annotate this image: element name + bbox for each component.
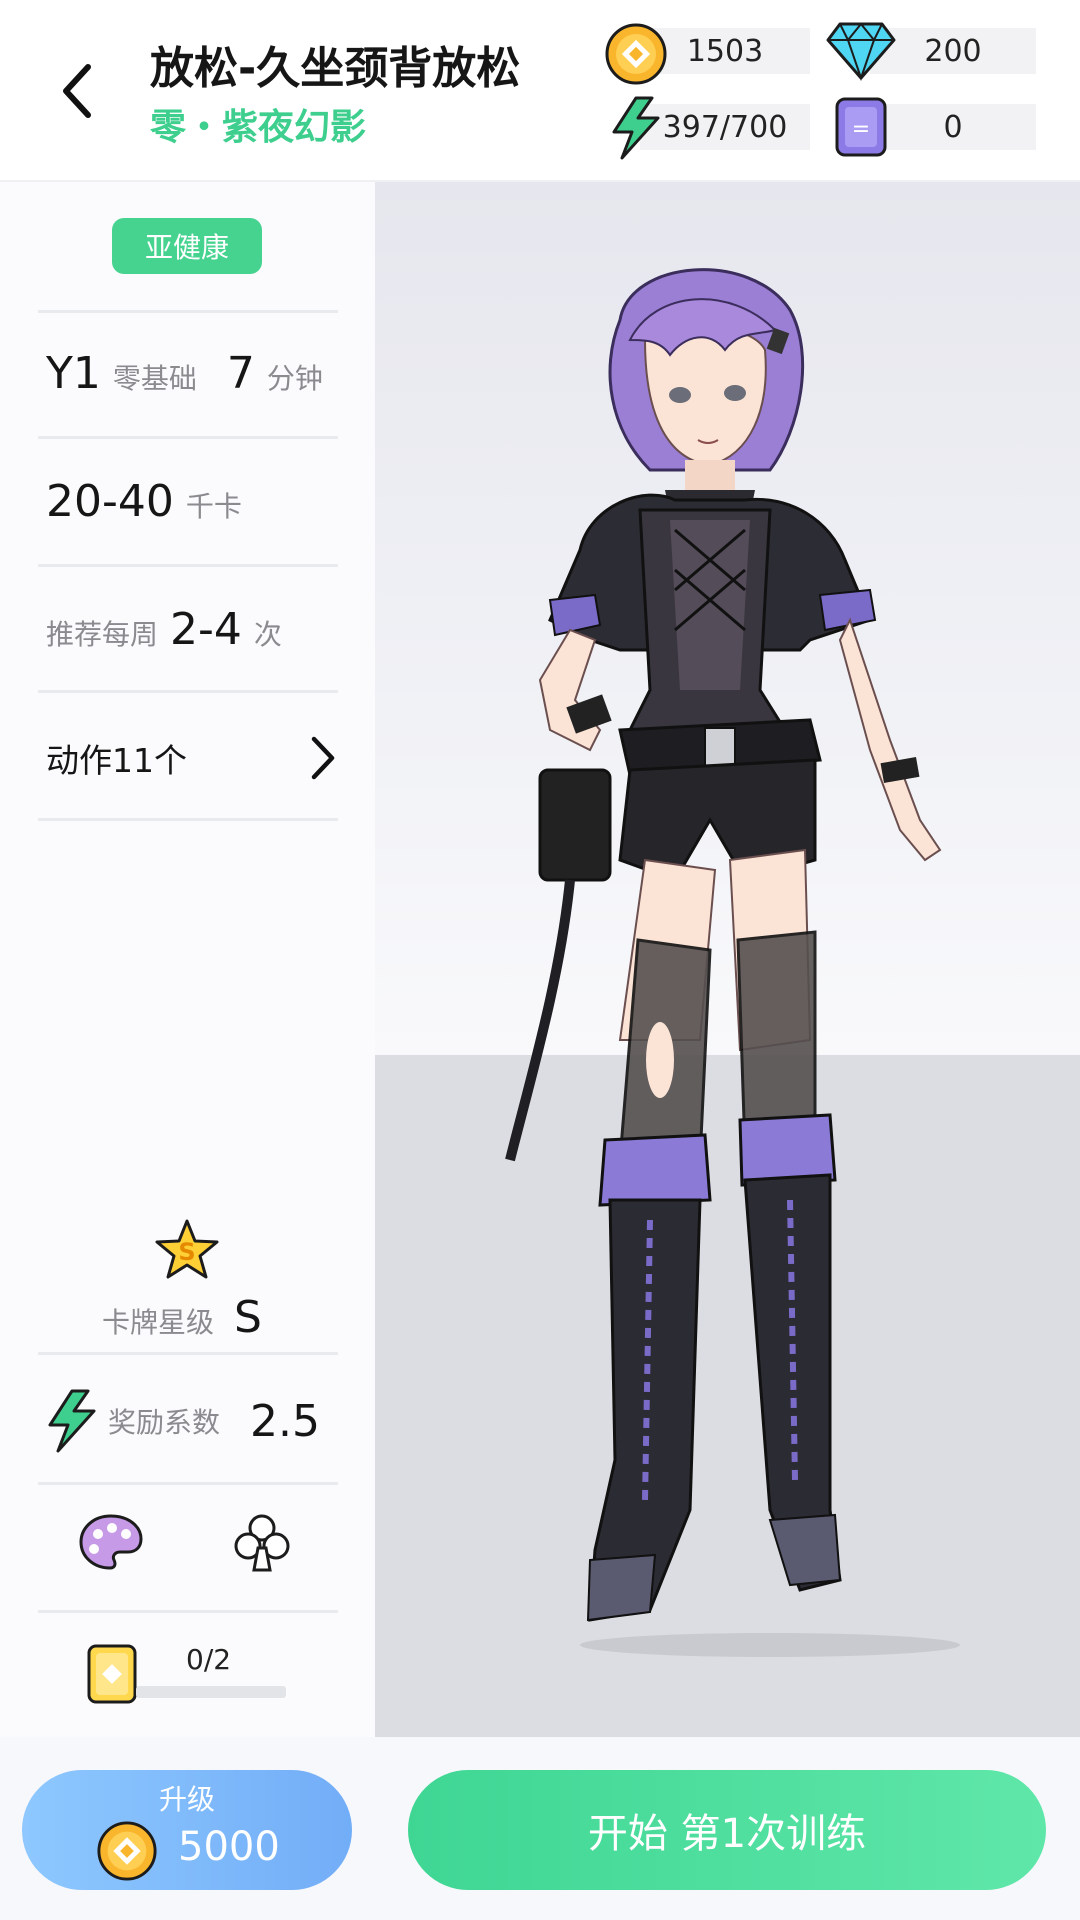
info-panel [0,182,375,1737]
calories-value: 20-40 [46,476,174,527]
reward-value: 2.5 [250,1395,320,1447]
coin-icon [97,1821,157,1881]
duration-value: 7 [226,348,255,399]
ticket-icon: = [835,97,887,157]
back-button[interactable] [48,56,108,126]
card-icon [87,1644,137,1704]
star-icon: S [155,1219,219,1279]
card-progress-bar [136,1686,286,1698]
reward-row: 奖励系数 2.5 [46,1386,336,1456]
actions-list-button[interactable]: 动作11个 [46,728,336,788]
level-name: 零基础 [112,362,197,395]
start-training-label: 开始 第1次训练 [587,1811,867,1857]
ticket-counter: 0 [870,104,1036,150]
upgrade-cost: 5000 [178,1824,280,1870]
club-icon[interactable] [232,1512,292,1574]
frequency-unit: 次 [253,618,282,651]
frequency-row: 推荐每周 2-4 次 [46,604,282,655]
palette-icon[interactable] [78,1512,144,1572]
divider [38,818,338,821]
level-row: Y1 零基础 7 分钟 [46,348,323,399]
top-bar: 放松-久坐颈背放松 零・紫夜幻影 1503 200 397/700 0 = [0,0,1080,180]
star-badge: S [178,1238,195,1266]
ticket-count: 0 [943,109,963,145]
divider [38,1610,338,1613]
duration-unit: 分钟 [266,362,323,395]
star-level-label: 卡牌星级 [102,1306,215,1339]
divider [38,1352,338,1355]
upgrade-label: 升级 [158,1783,215,1816]
status-badge: 亚健康 [112,218,262,274]
calories-row: 20-40 千卡 [46,476,242,527]
divider [38,564,338,567]
card-count: 0/2 [186,1643,232,1676]
character-illustration [505,268,960,1657]
star-level-row: 卡牌星级 S [102,1292,262,1343]
lightning-icon [48,1389,96,1453]
upgrade-button[interactable]: 升级 5000 [22,1770,352,1890]
tool-icons-row [38,1510,338,1580]
chevron-right-icon [311,736,335,780]
star-level-value: S [234,1292,262,1343]
divider [38,690,338,693]
page-title: 放松-久坐颈背放松 [150,43,521,94]
coin-count: 1503 [686,33,764,69]
frequency-prefix: 推荐每周 [46,618,159,651]
divider [38,436,338,439]
level-code: Y1 [46,348,101,399]
lightning-icon [612,96,660,160]
coin-icon [605,23,667,85]
diamond-icon [826,22,896,82]
start-training-button[interactable]: 开始 第1次训练 [408,1770,1046,1890]
actions-label: 动作11个 [46,741,187,780]
frequency-value: 2-4 [170,604,242,655]
divider [38,310,338,313]
divider [38,1482,338,1485]
energy-count: 397/700 [662,109,788,145]
diamond-count: 200 [924,33,982,69]
character-name: 零・紫夜幻影 [150,107,367,148]
svg-text:=: = [852,117,870,142]
calories-unit: 千卡 [185,490,242,523]
chevron-left-icon [63,64,91,118]
energy-counter: 397/700 [640,104,810,150]
reward-label: 奖励系数 [108,1406,221,1439]
